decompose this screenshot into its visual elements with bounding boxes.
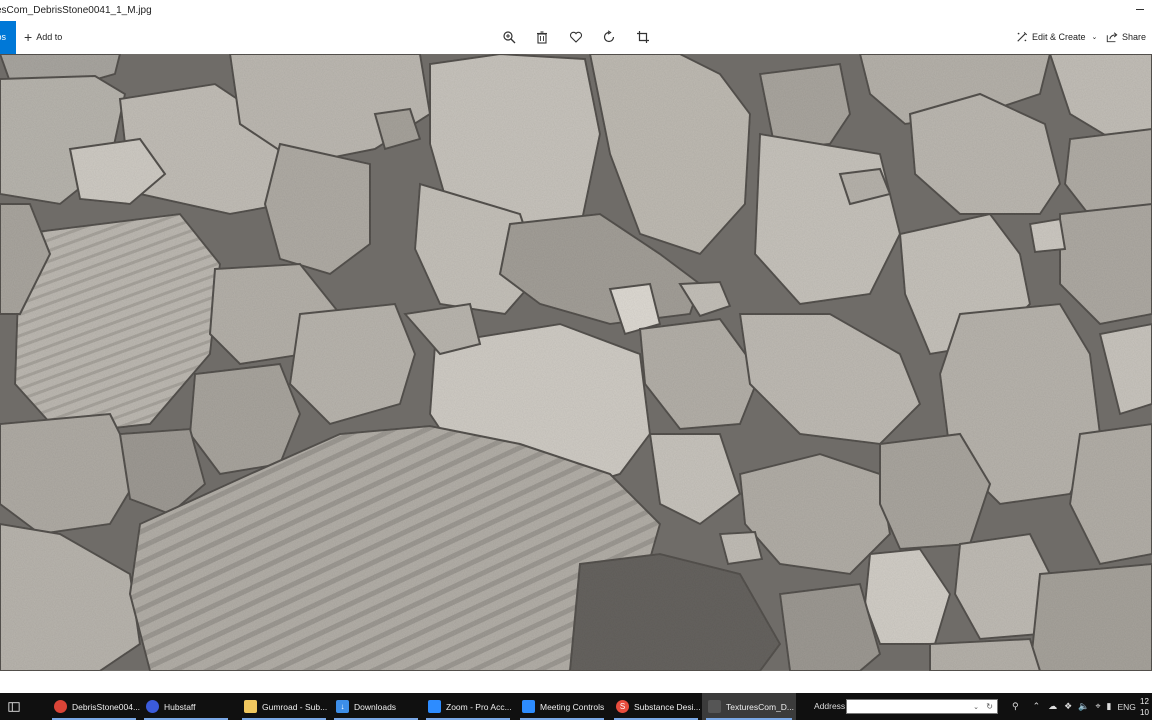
- task-view-icon: [8, 701, 20, 712]
- clock-date: 10: [1140, 708, 1149, 717]
- chrome-icon: [54, 700, 67, 713]
- task-view-button[interactable]: [0, 693, 34, 720]
- clock[interactable]: 12 10: [1140, 696, 1149, 718]
- rotate-button[interactable]: [601, 29, 617, 45]
- cloud-icon[interactable]: ☁: [1048, 701, 1057, 712]
- taskbar-item-label: TexturesCom_D...: [726, 701, 795, 712]
- share-icon: [1106, 32, 1118, 43]
- taskbar-item-zoom[interactable]: Zoom - Pro Acc...: [422, 693, 514, 720]
- taskbar-item-hubstaff[interactable]: Hubstaff: [140, 693, 232, 720]
- zoom-app-icon: [428, 700, 441, 713]
- photos-icon: [708, 700, 721, 713]
- image-viewport[interactable]: [0, 54, 1152, 671]
- battery-icon[interactable]: ▮: [1107, 701, 1112, 712]
- taskbar-item-gumroad[interactable]: Gumroad - Sub...: [238, 693, 330, 720]
- add-to-label: Add to: [36, 32, 63, 42]
- toolbar: tos + Add to Edit & Create ⌄ Share: [0, 21, 1152, 54]
- taskbar-item-photos[interactable]: TexturesCom_D...: [702, 693, 796, 720]
- taskbar-item-label: Zoom - Pro Acc...: [446, 701, 512, 712]
- taskbar-item-substance[interactable]: S Substance Desi...: [610, 693, 702, 720]
- refresh-icon[interactable]: ↻: [986, 702, 993, 711]
- dropbox-icon[interactable]: ❖: [1064, 701, 1072, 712]
- title-bar: esCom_DebrisStone0041_1_M.jpg: [0, 0, 1152, 21]
- zoom-app-icon: [522, 700, 535, 713]
- window-title: esCom_DebrisStone0041_1_M.jpg: [0, 5, 152, 16]
- hubstaff-icon: [146, 700, 159, 713]
- crop-button[interactable]: [635, 29, 651, 45]
- address-input[interactable]: ⌄ ↻: [846, 699, 998, 714]
- taskbar-item-label: Hubstaff: [164, 701, 196, 712]
- taskbar-item-label: Substance Desi...: [634, 701, 701, 712]
- zoom-icon: [503, 31, 516, 44]
- volume-icon[interactable]: 🔈: [1078, 701, 1089, 712]
- system-tray: ⚲ ⌃ ☁ ❖ 🔈 ⌖ ▮ ENG: [1012, 693, 1136, 720]
- add-to-button[interactable]: + Add to: [24, 29, 62, 45]
- edit-create-label: Edit & Create: [1032, 32, 1086, 42]
- share-button[interactable]: Share: [1106, 29, 1146, 45]
- zoom-button[interactable]: [501, 29, 517, 45]
- taskbar-item-meeting-controls[interactable]: Meeting Controls: [516, 693, 608, 720]
- chevron-down-icon: ⌄: [1091, 34, 1098, 41]
- taskbar-item-downloads[interactable]: ↓ Downloads: [330, 693, 422, 720]
- taskbar-item-label: Gumroad - Sub...: [262, 701, 328, 712]
- share-label: Share: [1122, 32, 1147, 42]
- delete-button[interactable]: [534, 29, 550, 45]
- rotate-icon: [603, 30, 615, 43]
- plus-icon: +: [24, 29, 33, 45]
- language-indicator[interactable]: ENG: [1117, 702, 1135, 712]
- crop-icon: [637, 31, 649, 43]
- edit-icon: [1017, 31, 1028, 42]
- taskbar-item-label: DebrisStone004...: [72, 701, 140, 712]
- chevron-up-icon[interactable]: ⌃: [1033, 701, 1041, 712]
- image-bottom-margin: [0, 671, 1152, 693]
- minimize-button[interactable]: [1136, 9, 1144, 10]
- edit-create-button[interactable]: Edit & Create ⌄: [1016, 29, 1097, 45]
- photos-back-button[interactable]: tos: [0, 21, 16, 54]
- address-toolbar-label: Address: [814, 701, 846, 711]
- delete-icon: [537, 31, 547, 44]
- taskbar: DebrisStone004... Hubstaff Gumroad - Sub…: [0, 693, 1152, 720]
- network-icon[interactable]: ⌖: [1095, 701, 1100, 712]
- heart-icon: [569, 31, 583, 43]
- taskbar-item-label: Downloads: [354, 701, 397, 712]
- chevron-down-icon[interactable]: ⌄: [973, 703, 979, 711]
- taskbar-item-chrome[interactable]: DebrisStone004...: [48, 693, 140, 720]
- debris-stone-photo: [0, 54, 1152, 671]
- substance-icon: S: [616, 700, 629, 713]
- downloads-icon: ↓: [336, 700, 349, 713]
- people-icon[interactable]: ⚲: [1012, 701, 1019, 712]
- taskbar-item-label: Meeting Controls: [540, 701, 605, 712]
- clock-time: 12: [1140, 697, 1149, 706]
- file-explorer-icon: [244, 700, 257, 713]
- favorite-button[interactable]: [568, 29, 584, 45]
